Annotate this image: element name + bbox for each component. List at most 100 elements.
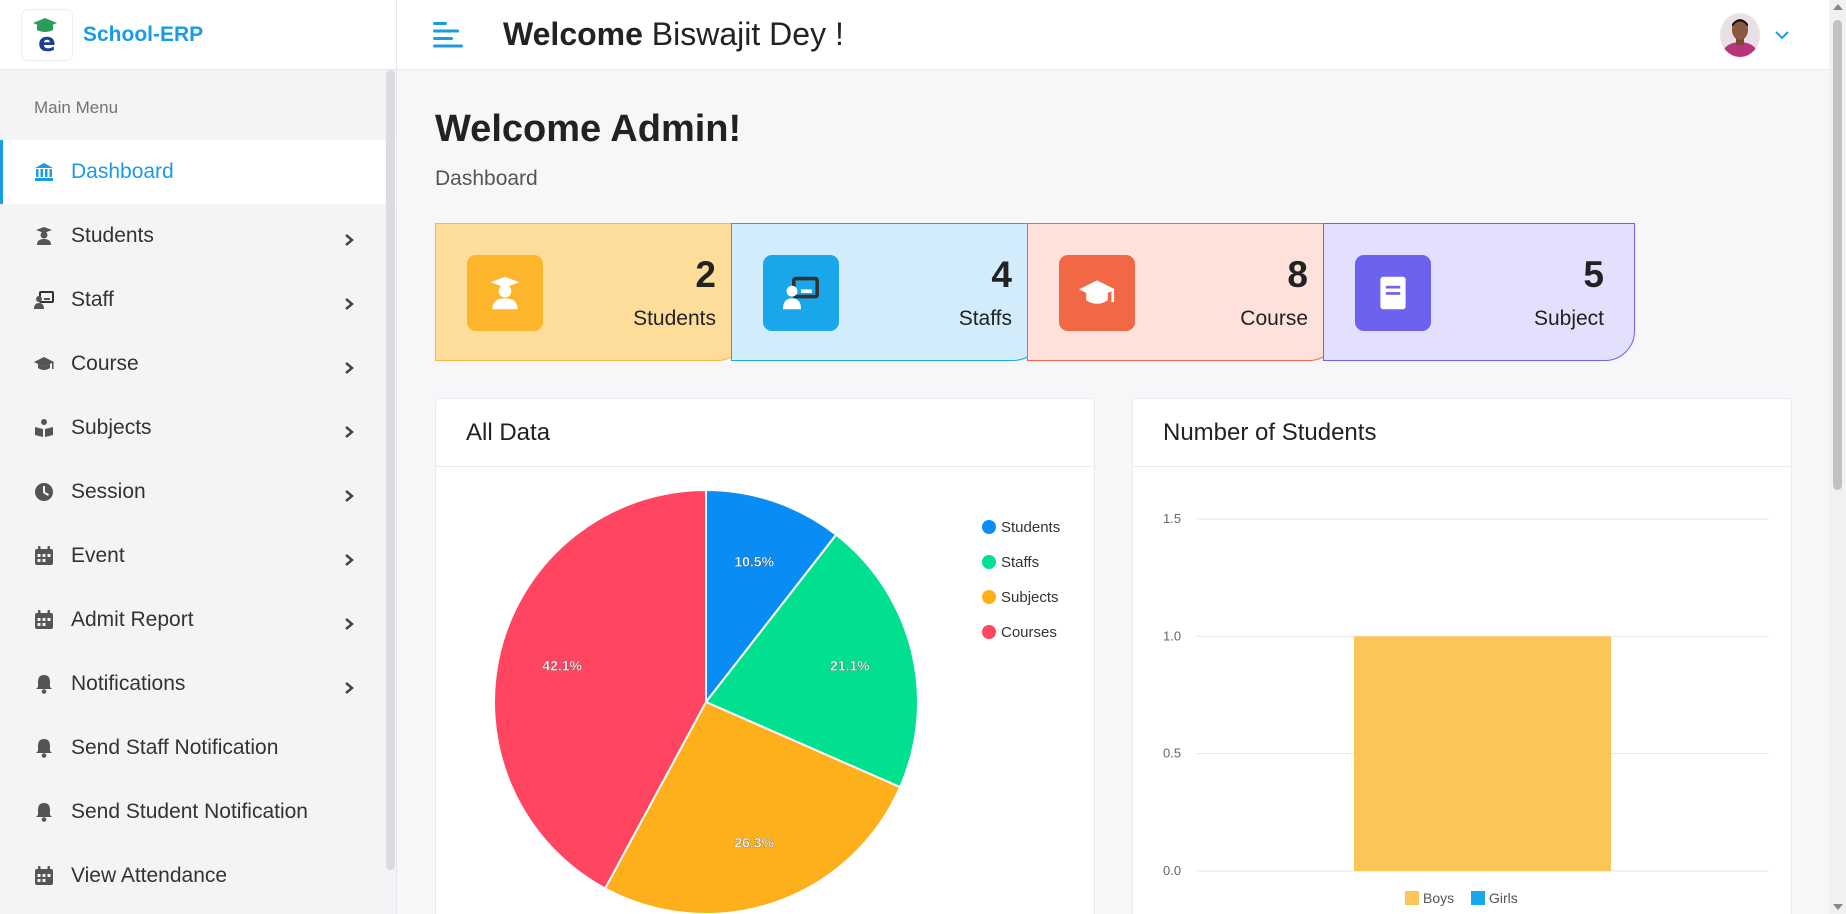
clock-icon: [33, 481, 55, 503]
sidebar-item-students[interactable]: Students: [0, 204, 396, 268]
sidebar-item-label: Notifications: [71, 672, 186, 695]
sidebar-menu: Dashboard Students Staff Course Subjects Sess…: [0, 140, 396, 908]
legend-label-courses[interactable]: Courses: [1001, 624, 1057, 641]
page-title: Welcome Admin!: [435, 108, 742, 150]
bar-chart: 0.0 0.5 1.0 1.5 Boys Girls: [1163, 511, 1769, 906]
book-icon: [1355, 255, 1431, 331]
pie-chart-body: 10.5% 21.1% 26.3% 42.1% Students Staffs Subjec…: [436, 467, 1094, 914]
stat-label: Course: [1240, 307, 1308, 330]
legend-label-girls[interactable]: Girls: [1489, 890, 1518, 906]
stat-card-subject[interactable]: 5 Subject: [1323, 223, 1635, 361]
calendar-icon: [33, 609, 55, 631]
sidebar-item-notifications[interactable]: Notifications: [0, 652, 396, 716]
sidebar-item-session[interactable]: Session: [0, 460, 396, 524]
main-content: Welcome Admin! Dashboard 2 Students 4 Staff…: [435, 70, 1795, 914]
bar-card-title: Number of Students: [1133, 399, 1791, 467]
legend-marker: [1405, 891, 1419, 905]
chevron-right-icon: [342, 677, 356, 694]
pie-card-title: All Data: [436, 399, 1094, 467]
scroll-up-icon[interactable]: [1833, 4, 1843, 10]
calendar-icon: [33, 865, 55, 887]
breadcrumb[interactable]: Dashboard: [435, 167, 1795, 191]
book-reader-icon: [33, 417, 55, 439]
bar-boys[interactable]: [1354, 636, 1611, 871]
chevron-right-icon: [342, 229, 356, 246]
stat-label: Staffs: [958, 307, 1012, 330]
sidebar-item-course[interactable]: Course: [0, 332, 396, 396]
legend-marker: [1471, 891, 1485, 905]
legend-label-staffs[interactable]: Staffs: [1001, 554, 1039, 571]
page-scrollbar[interactable]: [1829, 0, 1846, 914]
chevron-right-icon: [342, 549, 356, 566]
sidebar-item-label: View Attendance: [71, 864, 228, 887]
sidebar-item-send-student-notification[interactable]: Send Student Notification: [0, 780, 396, 844]
sidebar-item-view-attendance[interactable]: View Attendance: [0, 844, 396, 908]
sidebar-item-label: Send Staff Notification: [71, 736, 279, 759]
pie-data-label: 10.5%: [734, 554, 774, 570]
student-icon: [467, 255, 543, 331]
sidebar-item-label: Students: [71, 224, 154, 247]
stat-card-course[interactable]: 8 Course: [1027, 223, 1339, 361]
top-header: Welcome Biswajit Dey !: [397, 0, 1846, 70]
legend-label-subjects[interactable]: Subjects: [1001, 589, 1059, 606]
chevron-right-icon: [342, 357, 356, 374]
sidebar-item-label: Send Student Notification: [71, 800, 308, 823]
header-welcome: Welcome Biswajit Dey !: [503, 16, 844, 53]
graduation-cap-icon: [33, 353, 55, 375]
sidebar-item-label: Subjects: [71, 416, 152, 439]
stat-value: 4: [991, 254, 1012, 295]
y-tick-label: 0.5: [1163, 746, 1181, 761]
sidebar-item-label: Course: [71, 352, 139, 375]
chevron-right-icon: [342, 485, 356, 502]
stat-cards: 2 Students 4 Staffs 8 Course 5 Subject: [435, 223, 1795, 361]
stat-card-students[interactable]: 2 Students: [435, 223, 747, 361]
legend-label-students[interactable]: Students: [1001, 519, 1060, 536]
app-root: e School-ERP Main Menu Dashboard Students…: [0, 0, 1846, 914]
sidebar-scrollbar[interactable]: [386, 70, 395, 870]
pie-chart: 10.5% 21.1% 26.3% 42.1% Students Staffs Subjec…: [493, 488, 1060, 914]
scroll-thumb[interactable]: [1833, 20, 1842, 490]
chevron-right-icon: [342, 421, 356, 438]
sidebar-item-label: Admit Report: [71, 608, 194, 631]
stat-card-staffs[interactable]: 4 Staffs: [731, 223, 1043, 361]
sidebar-item-staff[interactable]: Staff: [0, 268, 396, 332]
header-welcome-name: Biswajit Dey !: [642, 16, 844, 52]
sidebar-item-label: Session: [71, 480, 146, 503]
scroll-down-icon[interactable]: [1833, 904, 1843, 910]
sidebar-item-event[interactable]: Event: [0, 524, 396, 588]
sidebar-item-dashboard[interactable]: Dashboard: [0, 140, 396, 204]
teacher-icon: [763, 255, 839, 331]
stat-label: Students: [633, 307, 716, 330]
legend-marker: [982, 520, 996, 534]
avatar[interactable]: [1720, 13, 1760, 57]
chevron-right-icon: [342, 293, 356, 310]
bank-icon: [33, 161, 55, 183]
chevron-right-icon: [342, 613, 356, 630]
sidebar-item-label: Dashboard: [71, 160, 174, 183]
pie-data-label: 26.3%: [734, 834, 774, 850]
bell-icon: [33, 673, 55, 695]
header-welcome-bold: Welcome: [503, 16, 643, 52]
calendar-icon: [33, 545, 55, 567]
chevron-down-icon[interactable]: [1774, 27, 1790, 43]
pie-data-label: 42.1%: [542, 658, 582, 674]
bar-chart-body: 0.0 0.5 1.0 1.5 Boys Girls: [1133, 467, 1791, 914]
sidebar-item-admit-report[interactable]: Admit Report: [0, 588, 396, 652]
y-tick-label: 1.5: [1163, 511, 1181, 526]
menu-toggle-icon[interactable]: [433, 21, 463, 48]
brand[interactable]: e School-ERP: [0, 0, 396, 70]
legend-marker: [982, 555, 996, 569]
sidebar: e School-ERP Main Menu Dashboard Students…: [0, 0, 397, 914]
legend-label-boys[interactable]: Boys: [1423, 890, 1454, 906]
brand-name: School-ERP: [83, 22, 204, 46]
legend-marker: [982, 590, 996, 604]
bar-chart-card: Number of Students 0.0 0.5 1.0 1.5 Boys Girls: [1132, 398, 1792, 914]
user-menu[interactable]: [1720, 13, 1790, 57]
sidebar-item-send-staff-notification[interactable]: Send Staff Notification: [0, 716, 396, 780]
sidebar-item-subjects[interactable]: Subjects: [0, 396, 396, 460]
stat-value: 8: [1287, 254, 1308, 295]
graduation-cap-icon: [1059, 255, 1135, 331]
sidebar-item-label: Staff: [71, 288, 114, 311]
pie-data-label: 21.1%: [830, 658, 870, 674]
student-icon: [33, 225, 55, 247]
